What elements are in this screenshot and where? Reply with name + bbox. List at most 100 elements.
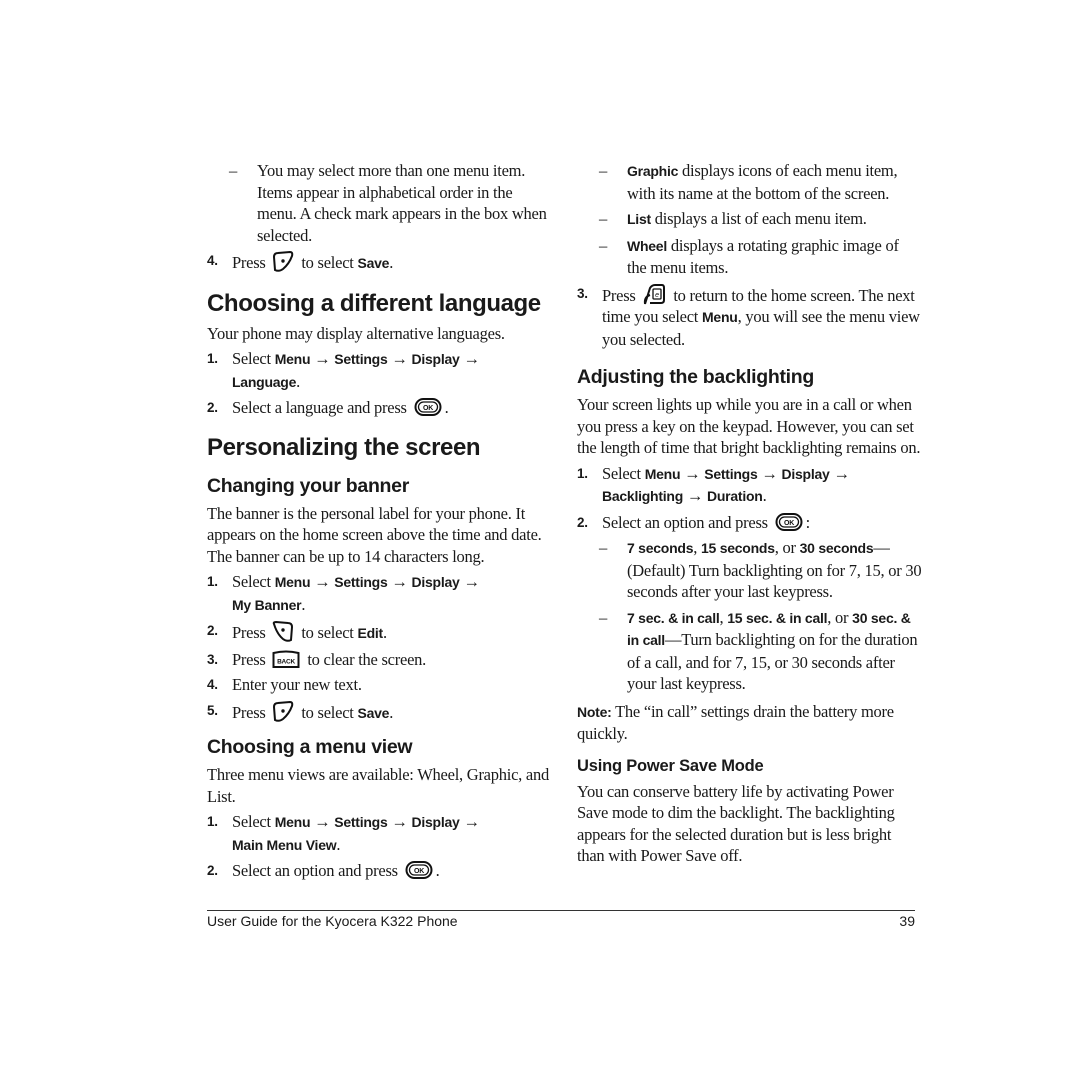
menu-term: Edit (357, 625, 384, 641)
step-number: 2. (207, 623, 218, 638)
step-number: 3. (207, 651, 218, 667)
step-number: 3. (577, 285, 588, 301)
footer-title: User Guide for the Kyocera K322 Phone (207, 913, 458, 929)
note-label: Note: (577, 703, 612, 720)
step-text: to select (301, 702, 354, 722)
menu-view-step-1: 1. Select Menu → Settings → Display → Ma… (207, 811, 552, 856)
menu-term: Wheel (627, 237, 667, 254)
option-term: 15 seconds (700, 540, 775, 556)
arrow-icon: → (463, 349, 480, 368)
step-text: Select (232, 812, 271, 831)
subsection-title-menu-view: Choosing a menu view (207, 736, 413, 758)
arrow-icon: → (463, 572, 480, 591)
punct: , or (774, 538, 800, 557)
ok-key-icon (414, 398, 442, 416)
menu-term: List (627, 211, 651, 227)
punct: : (805, 512, 811, 532)
ok-key-icon (775, 512, 803, 531)
bullet-dash: – (599, 209, 607, 228)
menu-path-item: Duration (707, 488, 763, 504)
banner-step-5: 5. Press to select Save. (207, 700, 552, 725)
menu-path-item: Menu (274, 574, 311, 590)
option-term: 7 seconds (627, 540, 694, 556)
punct: . (389, 702, 394, 722)
menu-view-intro: Three menu views are available: Wheel, G… (207, 765, 549, 806)
subsection-title-banner: Changing your banner (207, 474, 410, 497)
arrow-icon: → (391, 812, 408, 831)
option-term: 15 sec. & in call (727, 609, 828, 626)
step-text: Press (602, 285, 636, 305)
backlight-intro: Your screen lights up while you are in a… (577, 395, 921, 457)
backlight-step-2: 2. Select an option and press : (577, 512, 922, 534)
left-column: – You may select more than one menu item… (207, 160, 552, 882)
punct: . (336, 834, 341, 854)
language-step-1: 1. Select Menu → Settings → Display → La… (207, 348, 552, 393)
menu-path-item: Language (232, 373, 297, 390)
option-term: 7 sec. & in call (627, 609, 720, 626)
language-step-2: 2. Select a language and press . (207, 397, 552, 419)
end-key-icon (644, 283, 666, 305)
banner-step-3: 3. Press to clear the screen. (207, 649, 552, 671)
page-footer: User Guide for the Kyocera K322 Phone 39 (207, 910, 915, 929)
backlight-note: Note: The “in call” settings drain the b… (577, 701, 922, 745)
step-text: Press (232, 649, 266, 669)
menu-path-item: Main Menu View (232, 836, 337, 853)
left-softkey-icon (273, 700, 294, 722)
arrow-icon: → (686, 486, 704, 505)
menu-path-item: Menu (274, 351, 311, 367)
arrow-icon: → (314, 349, 331, 368)
banner-step-1: 1. Select Menu → Settings → Display → My… (207, 571, 552, 616)
section-title-personalize: Personalizing the screen (207, 433, 481, 461)
menu-term: Save (357, 704, 390, 721)
step-text: Press (232, 623, 266, 642)
step-text: Select an option and press (602, 512, 768, 532)
step-number: 1. (577, 465, 588, 481)
menu-path-item: Menu (274, 814, 311, 830)
punct: . (301, 594, 306, 614)
menu-view-step-3: 3. Press to return to the home screen. T… (577, 283, 922, 351)
banner-step-2: 2. Press to select Edit. (207, 620, 552, 645)
subsection-title-backlighting: Adjusting the backlighting (577, 366, 815, 388)
menu-path-item: Display (781, 465, 830, 482)
option-text: —Turn backlighting on for the duration o… (627, 630, 918, 693)
step-number: 2. (207, 400, 218, 415)
step-number: 1. (207, 574, 218, 589)
option-term: 30 seconds (799, 540, 874, 556)
arrow-icon: → (391, 349, 408, 368)
arrow-icon: → (314, 572, 331, 591)
step-number: 1. (207, 814, 218, 829)
step-text: to select (301, 623, 354, 642)
step-text: to select (301, 253, 354, 272)
menu-path-item: Display (411, 574, 460, 590)
backlight-option-seconds: – 7 seconds, 15 seconds, or 30 seconds—(… (599, 537, 922, 603)
step-4-save: 4. Press to select Save. (207, 250, 552, 275)
section-title-language: Choosing a different language (207, 289, 541, 317)
step-number: 2. (577, 514, 588, 530)
punct: , or (827, 607, 853, 627)
step-text: Select (232, 349, 271, 368)
menu-path-item: Backlighting (602, 488, 684, 504)
left-softkey-icon (273, 251, 294, 272)
language-intro: Your phone may display alternative langu… (207, 323, 505, 343)
arrow-icon: → (314, 812, 331, 831)
arrow-icon: → (391, 572, 408, 591)
bullet-dash: – (599, 235, 607, 255)
subsection-title-power-save: Using Power Save Mode (577, 756, 764, 775)
menu-path-item: Settings (334, 814, 388, 830)
power-save-text: You can conserve battery life by activat… (577, 781, 895, 866)
menu-term: Graphic (627, 163, 679, 179)
back-key-icon (272, 650, 300, 668)
backlight-option-in-call: – 7 sec. & in call, 15 sec. & in call, o… (599, 607, 922, 695)
banner-intro: The banner is the personal label for you… (207, 503, 542, 566)
punct: . (435, 861, 440, 880)
menu-path-item: My Banner (232, 596, 302, 613)
bullet-dash: – (599, 538, 607, 557)
bullet-dash: – (599, 161, 607, 180)
step-text: to clear the screen. (307, 649, 427, 669)
banner-step-4: 4. Enter your new text. (207, 674, 552, 696)
arrow-icon: → (463, 812, 480, 831)
bullet-item-wheel: – Wheel displays a rotating graphic imag… (599, 235, 922, 279)
menu-term: Menu (702, 309, 738, 325)
punct: . (296, 371, 300, 391)
step-number: 2. (207, 863, 218, 878)
